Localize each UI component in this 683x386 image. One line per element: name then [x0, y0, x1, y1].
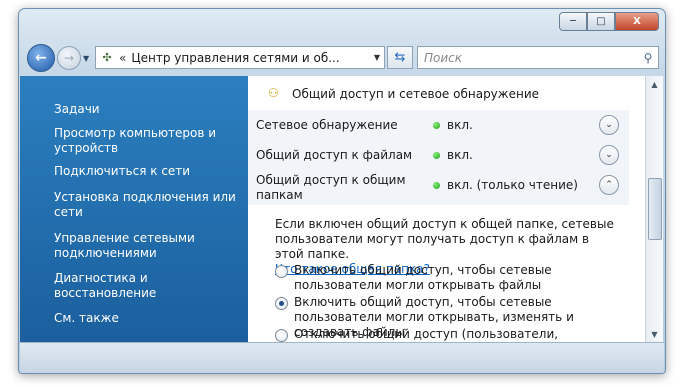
sharing-users-icon: ⚇: [268, 86, 279, 100]
radio-button[interactable]: [275, 329, 288, 342]
setting-row-file-sharing[interactable]: Общий доступ к файлам вкл. ⌄: [248, 140, 629, 171]
sidebar-item-manage-connections[interactable]: Управление сетевыми подключениями: [54, 231, 244, 261]
public-folder-sharing-detail: Если включен общий доступ к общей папке,…: [248, 205, 629, 342]
setting-label: Общий доступ к общим папкам: [256, 173, 406, 202]
status-on-icon: [433, 122, 440, 129]
navigation-buttons: ← → ▼: [27, 44, 89, 72]
address-path[interactable]: Центр управления сетями и об...: [131, 51, 370, 65]
setting-value: вкл. (только чтение): [447, 178, 578, 192]
setting-value: вкл.: [447, 148, 473, 162]
sidebar-item-connect-network[interactable]: Подключиться к сети: [54, 164, 244, 179]
scroll-down-icon[interactable]: ▼: [646, 326, 663, 342]
setting-label: Сетевое обнаружение: [256, 118, 398, 132]
refresh-icon: ⇆: [394, 50, 406, 65]
option-read-only[interactable]: Включить общий доступ, чтобы сетевые пол…: [275, 263, 620, 293]
section-title: ⚇ Общий доступ и сетевое обнаружение: [268, 86, 539, 102]
close-button[interactable]: X: [615, 12, 659, 31]
address-dropdown-icon[interactable]: ▼: [370, 53, 384, 62]
description-text: Если включен общий доступ к общей папке,…: [275, 217, 614, 261]
window-caption-buttons: ─ □ X: [559, 12, 659, 31]
back-arrow-icon: ←: [35, 50, 47, 66]
search-box[interactable]: Поиск ⚲: [417, 46, 659, 69]
see-also-heading: См. также: [54, 311, 119, 325]
breadcrumb-overflow-icon[interactable]: «: [119, 51, 126, 65]
sidebar-item-setup-connection[interactable]: Установка подключения или сети: [54, 190, 244, 220]
status-on-icon: [433, 182, 440, 189]
expand-chevron-icon[interactable]: ⌄: [599, 115, 619, 135]
setting-label: Общий доступ к файлам: [256, 148, 413, 162]
search-icon[interactable]: ⚲: [638, 51, 658, 65]
refresh-button[interactable]: ⇆: [387, 46, 413, 69]
setting-row-public-folder-sharing[interactable]: Общий доступ к общим папкам вкл. (только…: [248, 170, 629, 205]
setting-value: вкл.: [447, 118, 473, 132]
setting-row-network-discovery[interactable]: Сетевое обнаружение вкл. ⌄: [248, 110, 629, 141]
status-bar: [20, 342, 664, 373]
sidebar-item-view-computers[interactable]: Просмотр компьютеров и устройств: [54, 126, 244, 156]
recent-pages-dropdown-icon[interactable]: ▼: [83, 54, 89, 63]
minimize-button[interactable]: ─: [559, 12, 587, 31]
scrollbar-thumb[interactable]: [648, 178, 662, 240]
option-label[interactable]: Включить общий доступ, чтобы сетевые пол…: [294, 263, 620, 293]
expand-chevron-icon[interactable]: ⌄: [599, 145, 619, 165]
forward-button[interactable]: →: [57, 46, 81, 70]
maximize-button[interactable]: □: [587, 12, 615, 31]
option-label[interactable]: Отключить общий доступ (пользователи, вы…: [294, 327, 620, 342]
collapse-chevron-icon[interactable]: ⌃: [599, 175, 619, 195]
search-input[interactable]: Поиск: [418, 51, 638, 65]
forward-arrow-icon: →: [63, 51, 75, 65]
network-center-window: ─ □ X ← → ▼ ✣ « Центр управления сетями …: [18, 8, 666, 374]
status-on-icon: [433, 152, 440, 159]
vertical-scrollbar[interactable]: ▲ ▼: [645, 76, 663, 342]
content-pane: ⚇ Общий доступ и сетевое обнаружение Сет…: [248, 76, 645, 342]
tasks-heading: Задачи: [54, 102, 100, 116]
tasks-pane: Задачи Просмотр компьютеров и устройств …: [20, 76, 248, 342]
option-disable-sharing[interactable]: Отключить общий доступ (пользователи, вы…: [275, 327, 620, 342]
sidebar-item-diagnose-repair[interactable]: Диагностика и восстановление: [54, 271, 244, 301]
radio-button-selected[interactable]: [275, 297, 288, 310]
network-location-icon: ✣: [102, 51, 112, 64]
section-title-text: Общий доступ и сетевое обнаружение: [292, 87, 540, 101]
address-bar[interactable]: ✣ « Центр управления сетями и об... ▼: [95, 46, 385, 69]
back-button[interactable]: ←: [27, 44, 55, 72]
scroll-up-icon[interactable]: ▲: [646, 76, 663, 92]
radio-button[interactable]: [275, 265, 288, 278]
